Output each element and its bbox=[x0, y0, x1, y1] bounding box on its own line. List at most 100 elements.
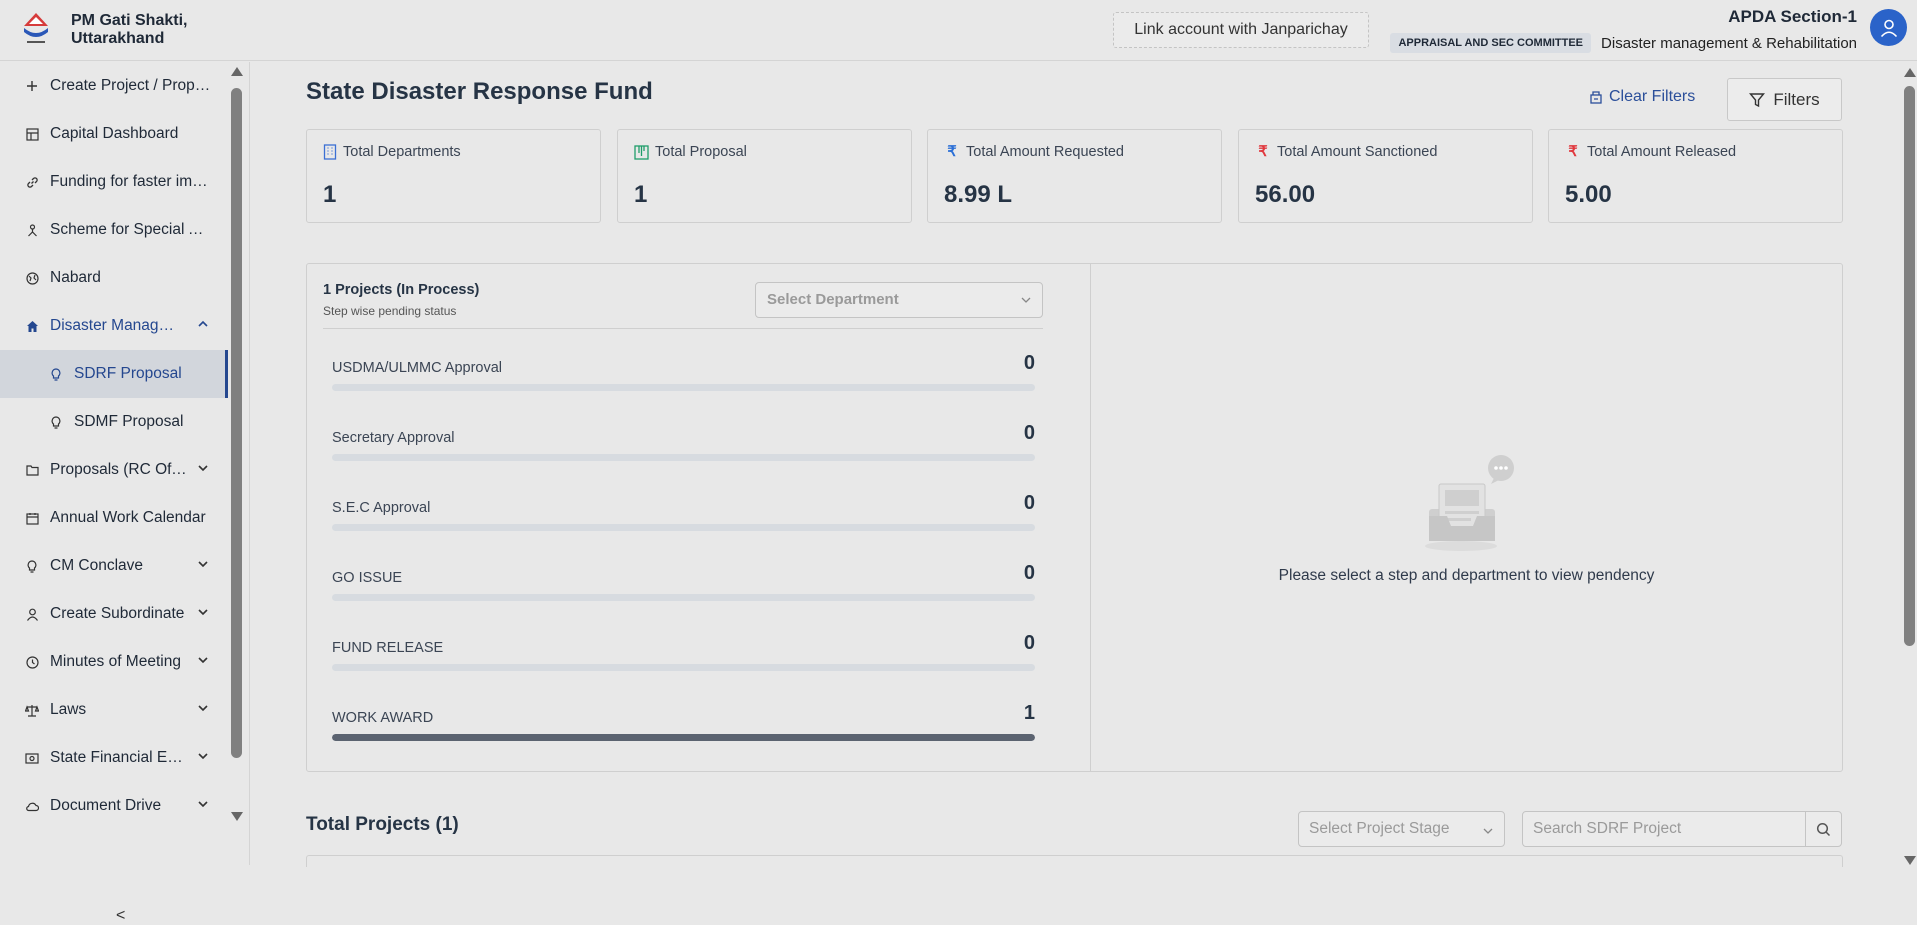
projects-in-process-subtitle: Step wise pending status bbox=[323, 304, 457, 318]
rupee-icon: ₹ bbox=[1258, 144, 1268, 160]
sidebar-item-cm-conclave[interactable]: CM Conclave bbox=[0, 542, 228, 590]
scroll-up-arrow-icon[interactable] bbox=[231, 67, 243, 76]
uttarakhand-logo bbox=[24, 13, 48, 43]
main-scrollbar[interactable] bbox=[1901, 62, 1917, 865]
step-progress-bar bbox=[332, 664, 1035, 671]
step-count: 0 bbox=[1023, 562, 1035, 584]
stat-value: 5.00 bbox=[1565, 181, 1612, 208]
main-content: State Disaster Response Fund Clear Filte… bbox=[251, 62, 1901, 867]
sidebar-item-scheme[interactable]: Scheme for Special Assistance bbox=[0, 206, 228, 254]
total-projects-title: Total Projects (1) bbox=[306, 814, 459, 835]
cloud-icon bbox=[24, 798, 40, 814]
step-progress-bar bbox=[332, 454, 1035, 461]
sidebar-item-annual-work-calendar[interactable]: Annual Work Calendar bbox=[0, 494, 228, 542]
step-row[interactable]: GO ISSUE 0 bbox=[332, 554, 1035, 604]
sidebar-item-sdmf-proposal[interactable]: SDMF Proposal bbox=[0, 398, 228, 446]
step-row[interactable]: WORK AWARD 1 bbox=[332, 694, 1035, 744]
select-project-stage-dropdown[interactable]: Select Project Stage bbox=[1298, 811, 1505, 847]
bulb-icon bbox=[24, 558, 40, 574]
search-button[interactable] bbox=[1805, 812, 1841, 846]
sidebar-item-create-project[interactable]: Create Project / Proposal bbox=[0, 62, 228, 110]
divider bbox=[323, 328, 1043, 329]
sidebar-scroll-thumb[interactable] bbox=[231, 88, 242, 758]
money-icon bbox=[24, 750, 40, 766]
step-count: 1 bbox=[1023, 702, 1035, 724]
scroll-down-arrow-icon[interactable] bbox=[1904, 856, 1916, 865]
select-department-dropdown[interactable]: Select Department bbox=[755, 282, 1043, 318]
empty-inbox-icon bbox=[1424, 455, 1514, 551]
stat-value: 1 bbox=[323, 181, 337, 208]
sidebar-scrollbar[interactable] bbox=[229, 62, 245, 830]
folder-icon bbox=[24, 462, 40, 478]
chevron-down-icon bbox=[198, 657, 208, 664]
step-row[interactable]: FUND RELEASE 0 bbox=[332, 624, 1035, 674]
collapse-sidebar-button[interactable]: < bbox=[116, 907, 125, 925]
sidebar-item-state-financial[interactable]: State Financial Express bbox=[0, 734, 228, 782]
clear-filters-button[interactable]: Clear Filters bbox=[1589, 88, 1695, 106]
brand-name: PM Gati Shakti, Uttarakhand bbox=[71, 12, 188, 47]
projects-in-process-title: 1 Projects (In Process) bbox=[323, 282, 480, 298]
user-icon bbox=[24, 606, 40, 622]
user-icon bbox=[1880, 19, 1897, 37]
filter-icon bbox=[1749, 92, 1766, 107]
step-progress-bar bbox=[332, 594, 1035, 601]
stat-value: 1 bbox=[634, 181, 648, 208]
step-label: Secretary Approval bbox=[332, 430, 455, 446]
top-header: PM Gati Shakti, Uttarakhand Link account… bbox=[0, 0, 1917, 61]
step-count: 0 bbox=[1023, 352, 1035, 374]
search-icon bbox=[1816, 822, 1831, 836]
step-label: WORK AWARD bbox=[332, 710, 434, 726]
globe-icon bbox=[24, 270, 40, 286]
step-row[interactable]: USDMA/ULMMC Approval 0 bbox=[332, 344, 1035, 394]
filter-clear-icon bbox=[1590, 91, 1602, 104]
sidebar-item-minutes-of-meeting[interactable]: Minutes of Meeting bbox=[0, 638, 228, 686]
stat-card-departments: Total Departments 1 bbox=[306, 129, 601, 223]
chevron-down-icon bbox=[198, 561, 208, 568]
sidebar-item-capital-dashboard[interactable]: Capital Dashboard bbox=[0, 110, 228, 158]
sidebar-item-laws[interactable]: Laws bbox=[0, 686, 228, 734]
empty-state: Please select a step and department to v… bbox=[1091, 454, 1842, 585]
link-janparichay-button[interactable]: Link account with Janparichay bbox=[1113, 12, 1369, 48]
sidebar: Create Project / Proposal Capital Dashbo… bbox=[0, 62, 250, 924]
chevron-down-icon bbox=[198, 753, 208, 760]
chevron-down-icon bbox=[198, 705, 208, 712]
step-progress-fill bbox=[332, 734, 1035, 741]
chevron-down-icon bbox=[1021, 297, 1031, 303]
pendency-panel: 1 Projects (In Process) Step wise pendin… bbox=[306, 263, 1843, 772]
bulb-icon bbox=[48, 366, 64, 382]
chevron-up-icon bbox=[198, 320, 208, 327]
sidebar-item-document-drive[interactable]: Document Drive bbox=[0, 782, 228, 830]
main-scroll-thumb[interactable] bbox=[1904, 86, 1915, 646]
calculator-icon bbox=[24, 126, 40, 142]
user-avatar[interactable] bbox=[1870, 9, 1907, 46]
stat-card-amount-sanctioned: ₹ Total Amount Sanctioned 56.00 bbox=[1238, 129, 1533, 223]
scroll-down-arrow-icon[interactable] bbox=[231, 812, 243, 821]
step-count: 0 bbox=[1023, 422, 1035, 444]
step-progress-bar bbox=[332, 734, 1035, 741]
scale-icon bbox=[24, 702, 40, 718]
stat-card-proposal: Total Proposal 1 bbox=[617, 129, 912, 223]
empty-state-message: Please select a step and department to v… bbox=[1278, 567, 1655, 584]
rupee-icon: ₹ bbox=[947, 144, 957, 160]
sidebar-item-sdrf-proposal[interactable]: SDRF Proposal bbox=[0, 350, 228, 398]
page-title: State Disaster Response Fund bbox=[306, 78, 653, 105]
sidebar-item-proposals-rc[interactable]: Proposals (RC Office) bbox=[0, 446, 228, 494]
step-progress-bar bbox=[332, 384, 1035, 391]
step-count: 0 bbox=[1023, 492, 1035, 514]
sidebar-item-create-subordinate[interactable]: Create Subordinate bbox=[0, 590, 228, 638]
filters-button[interactable]: Filters bbox=[1727, 78, 1842, 121]
stat-card-amount-requested: ₹ Total Amount Requested 8.99 L bbox=[927, 129, 1222, 223]
sidebar-item-funding[interactable]: Funding for faster implementation bbox=[0, 158, 228, 206]
chevron-down-icon bbox=[198, 801, 208, 808]
sidebar-item-disaster-management[interactable]: Disaster Management bbox=[0, 302, 228, 350]
chevron-down-icon bbox=[198, 609, 208, 616]
scroll-up-arrow-icon[interactable] bbox=[1904, 68, 1916, 77]
stat-value: 56.00 bbox=[1255, 181, 1316, 208]
sidebar-item-nabard[interactable]: Nabard bbox=[0, 254, 228, 302]
step-row[interactable]: Secretary Approval 0 bbox=[332, 414, 1035, 464]
stat-value: 8.99 L bbox=[944, 181, 1013, 208]
search-input[interactable] bbox=[1523, 812, 1806, 846]
step-row[interactable]: S.E.C Approval 0 bbox=[332, 484, 1035, 534]
user-name: APDA Section-1 bbox=[1728, 7, 1857, 26]
chevron-down-icon bbox=[1483, 828, 1493, 834]
